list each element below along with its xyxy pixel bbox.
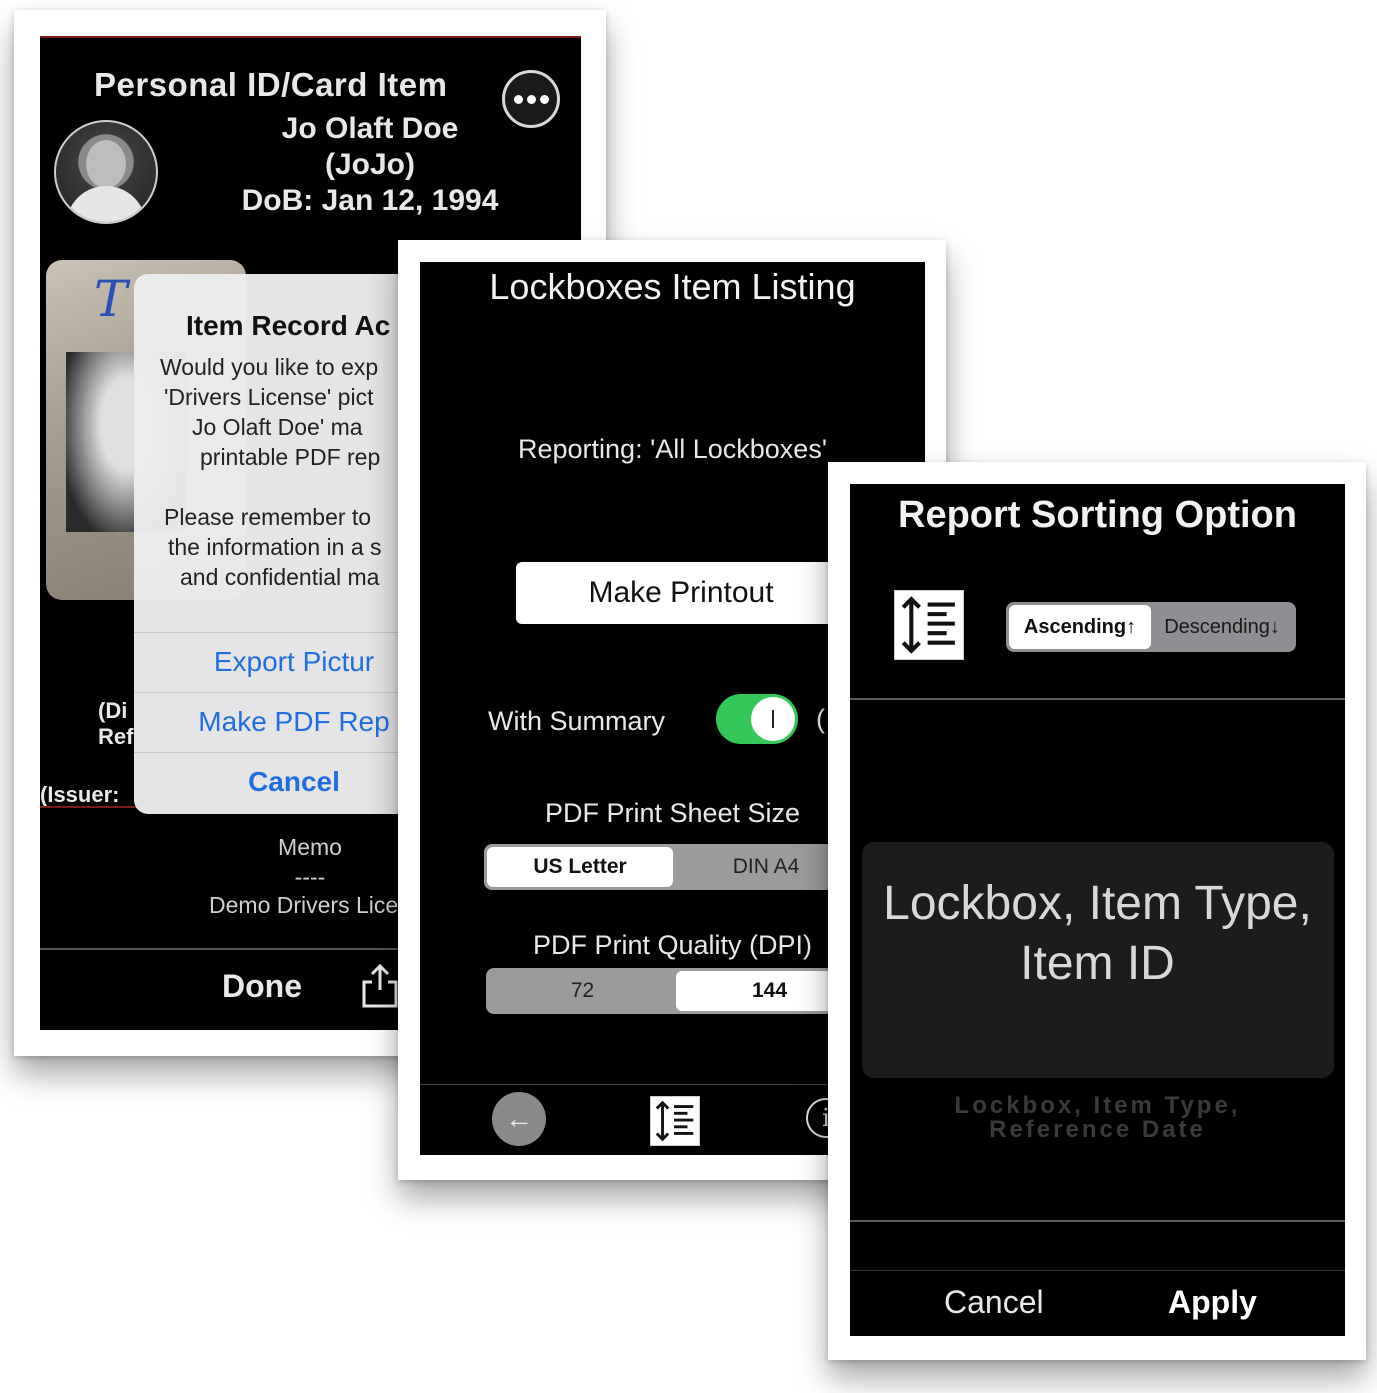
picker-next-line: Reference Date [989, 1116, 1206, 1143]
ellipsis-icon [513, 94, 523, 104]
descending-option[interactable]: Descending↓ [1151, 605, 1293, 649]
picker-selected-line: Lockbox, Item Type, [883, 877, 1312, 930]
report-sorting-screen: Report Sorting Option Ascending↑ Descend… [850, 484, 1345, 1336]
toggle-on-mark-icon [772, 710, 774, 728]
toolbar-divider [850, 1270, 1345, 1271]
reporting-scope: Reporting: 'All Lockboxes' [518, 434, 827, 464]
picker-selected-line: Item ID [1020, 937, 1175, 990]
print-quality-segmented-control: 72 144 [486, 968, 866, 1014]
ellipsis-icon [526, 94, 536, 104]
person-nickname: (JoJo) [325, 148, 415, 181]
section-divider-bottom [850, 1220, 1345, 1222]
toggle-knob [751, 697, 795, 741]
license-script-mark: T [94, 270, 128, 328]
card-report-sorting: Report Sorting Option Ascending↑ Descend… [828, 462, 1366, 1360]
sort-options-icon[interactable] [650, 1096, 700, 1146]
person-dob: DoB: Jan 12, 1994 [241, 184, 499, 217]
avatar-head-shape [86, 140, 126, 188]
side-label-1: (Di [98, 698, 128, 723]
apply-button[interactable]: Apply [1168, 1284, 1257, 1321]
avatar [54, 120, 158, 224]
section-divider-top [850, 698, 1345, 700]
sort-order-segmented-control: Ascending↑ Descending↓ [1006, 602, 1296, 652]
with-summary-label: With Summary [488, 706, 666, 736]
left-arrow-icon: ← [505, 1103, 533, 1134]
done-button[interactable]: Done [222, 968, 302, 1005]
picker-next-row[interactable]: Lockbox, Item Type, Reference Date [850, 1094, 1345, 1142]
picker-selected-row[interactable]: Lockbox, Item Type, Item ID [850, 874, 1345, 994]
issuer-label: (Issuer: [40, 782, 120, 807]
issuer-underline [40, 806, 140, 808]
side-label-2: Ref [98, 724, 134, 749]
share-icon[interactable] [360, 962, 400, 1008]
back-arrow-button[interactable]: ← [492, 1092, 546, 1146]
avatar-body-shape [66, 186, 146, 222]
page-title: Lockboxes Item Listing [489, 266, 856, 307]
picker-next-line: Lockbox, Item Type, [954, 1092, 1241, 1119]
page-title: Personal ID/Card Item [94, 66, 448, 103]
quality-option-72[interactable]: 72 [489, 971, 676, 1011]
summary-extra-text: ( [816, 704, 825, 734]
person-name: Jo Olaft Doe [281, 112, 459, 145]
ellipsis-icon [539, 94, 549, 104]
sheet-option-us-letter[interactable]: US Letter [487, 847, 673, 887]
make-printout-button[interactable]: Make Printout [516, 562, 846, 624]
sheet-size-segmented-control: US Letter DIN A4 [484, 844, 862, 890]
cancel-button[interactable]: Cancel [944, 1284, 1044, 1321]
page-title: Report Sorting Option [898, 494, 1297, 536]
alert-title: Item Record Ac [186, 310, 391, 341]
sort-order-icon [894, 590, 964, 660]
ascending-option[interactable]: Ascending↑ [1009, 605, 1151, 649]
with-summary-toggle[interactable] [716, 694, 798, 744]
